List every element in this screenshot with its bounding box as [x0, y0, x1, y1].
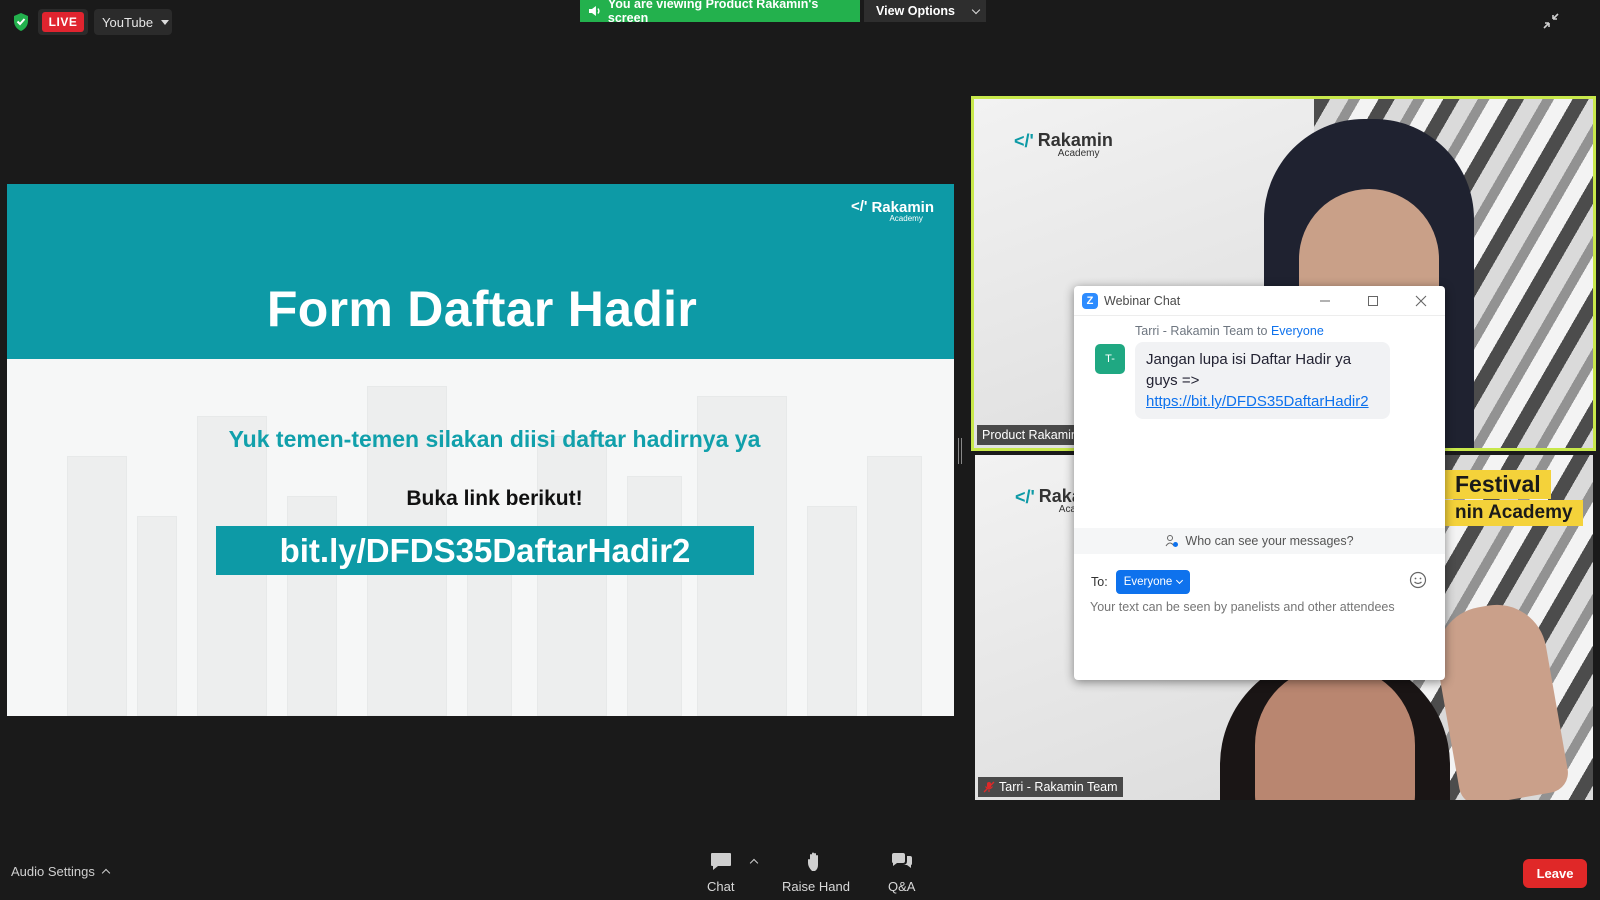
caret-down-icon [161, 19, 170, 25]
slide-subtitle: Yuk temen-temen silakan diisi daftar had… [228, 426, 761, 452]
message-link[interactable]: https://bit.ly/DFDS35DaftarHadir2 [1146, 393, 1369, 410]
panel-resize-handle[interactable] [958, 438, 962, 464]
raise-hand-label: Raise Hand [782, 879, 850, 894]
close-icon [1415, 295, 1427, 306]
rakamin-logo-mark-icon: </' [1015, 487, 1035, 507]
screen-share-text: You are viewing Product Rakamin's screen [607, 0, 819, 25]
to-label: To: [1091, 575, 1108, 589]
chat-titlebar[interactable]: Z Webinar Chat [1074, 286, 1445, 316]
participant-name: Tarri - Rakamin Team [999, 780, 1118, 794]
screen-share-banner: You are viewing Product Rakamin's screen [580, 0, 860, 25]
festival-banner-sub: nin Academy [1445, 500, 1583, 526]
recipient-row: To: Everyone [1091, 570, 1191, 594]
participant-name-tag: Product Rakamin [977, 425, 1083, 445]
rakamin-logo-mark-icon: </' [1014, 131, 1034, 151]
zoom-logo-icon: Z [1082, 292, 1098, 309]
message-sender: Tarri - Rakamin Team [1135, 324, 1254, 338]
recipient-dropdown[interactable]: Everyone [1115, 570, 1191, 594]
view-options-label: View Options [876, 4, 955, 18]
stream-target-label: YouTube [102, 14, 154, 30]
rakamin-logo: </' Rakamin Academy [850, 198, 934, 223]
participant-name: Product Rakamin [982, 428, 1078, 442]
slide-link-box: bit.ly/DFDS35DaftarHadir2 [216, 526, 754, 575]
participant-name-tag: Tarri - Rakamin Team [978, 777, 1123, 797]
hand-icon [807, 852, 818, 871]
visibility-prompt: Who can see your messages? [1185, 534, 1354, 548]
emoji-icon[interactable] [1409, 571, 1427, 589]
rakamin-logo-mark-icon: </' [850, 198, 868, 215]
chat-message-bubble: Jangan lupa isi Daftar Hadir ya guys => … [1135, 342, 1390, 419]
message-recipient[interactable]: Everyone [1271, 324, 1324, 338]
message-visibility-info[interactable]: Who can see your messages? [1074, 528, 1445, 554]
message-to-word: to [1257, 324, 1268, 338]
minimize-icon [1320, 300, 1330, 301]
rakamin-logo: </' Rakamin Academy [1014, 131, 1113, 159]
stream-target-dropdown[interactable]: YouTube [94, 9, 172, 35]
message-header: Tarri - Rakamin Team to Everyone [1135, 324, 1324, 338]
people-visibility-icon [1166, 535, 1179, 547]
live-label: LIVE [41, 12, 85, 32]
speaker-icon [588, 6, 600, 16]
chevron-up-icon [101, 868, 111, 878]
webinar-chat-window[interactable]: Z Webinar Chat Tarri - Rakamin Team to E… [1074, 286, 1445, 680]
chat-options-chevron-icon[interactable] [749, 858, 759, 868]
message-text: Jangan lupa isi Daftar Hadir ya guys => [1146, 351, 1352, 389]
chat-message-input[interactable] [1090, 600, 1430, 614]
logo-sub: Academy [889, 214, 923, 223]
festival-banner: Festival [1445, 470, 1551, 500]
recipient-value: Everyone [1123, 576, 1173, 588]
leave-button[interactable]: Leave [1523, 859, 1587, 888]
exit-fullscreen-icon[interactable] [1542, 12, 1560, 30]
chat-icon [710, 853, 731, 870]
logo-name: Rakamin [1037, 130, 1113, 150]
qa-button-label: Q&A [888, 879, 916, 894]
view-options-button[interactable]: View Options [864, 0, 986, 22]
raise-hand-button[interactable]: Raise Hand [782, 851, 850, 894]
audio-settings-button[interactable]: Audio Settings [11, 864, 111, 879]
qa-icon [891, 853, 912, 868]
sender-avatar: T- [1095, 344, 1125, 374]
mic-muted-icon [983, 781, 995, 793]
chevron-down-icon [971, 5, 981, 14]
live-badge[interactable]: LIVE [38, 9, 88, 35]
audio-settings-label: Audio Settings [11, 864, 95, 879]
close-button[interactable] [1397, 286, 1445, 316]
chat-button-label: Chat [707, 879, 735, 894]
chat-window-title: Webinar Chat [1104, 293, 1181, 308]
logo-name: Rakamin [871, 199, 934, 216]
qa-button[interactable]: Q&A [888, 851, 915, 894]
maximize-button[interactable] [1349, 286, 1397, 316]
slide-instruction: Buka link berikut! [406, 487, 583, 510]
shared-screen: </' Rakamin Academy Form Daftar Hadir Yu… [7, 184, 954, 716]
security-shield-icon[interactable] [12, 12, 30, 32]
logo-sub: Academy [1057, 148, 1100, 159]
slide-title: Form Daftar Hadir [266, 281, 698, 337]
chat-button[interactable]: Chat [707, 851, 734, 894]
minimize-button[interactable] [1301, 286, 1349, 316]
chevron-down-icon [1176, 576, 1184, 585]
maximize-icon [1368, 295, 1378, 306]
